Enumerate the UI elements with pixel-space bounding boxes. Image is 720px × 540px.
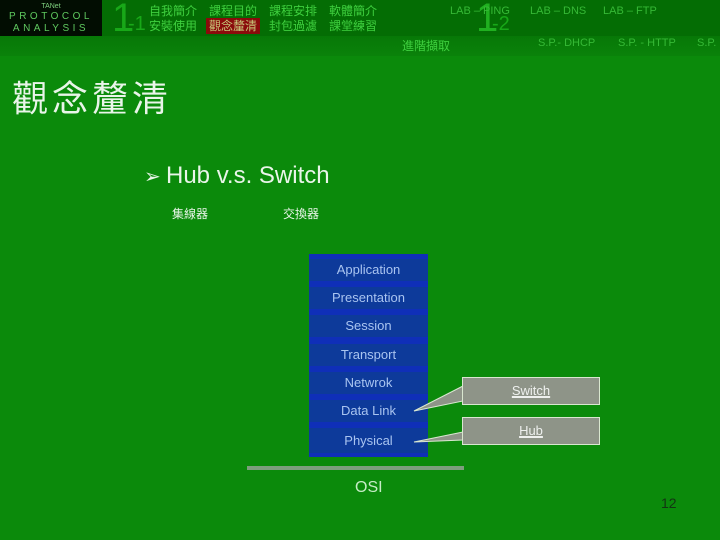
nav-install[interactable]: 安裝使用 <box>149 19 197 33</box>
nav-software-intro[interactable]: 軟體簡介 <box>329 4 377 18</box>
nav-self-intro[interactable]: 自我簡介 <box>149 4 197 18</box>
section-2-sub: -2 <box>492 13 510 35</box>
nav-lab-ftp[interactable]: LAB – FTP <box>603 5 657 17</box>
section-1-sub: -1 <box>128 13 146 35</box>
nav-lab-ping[interactable]: LAB – PING <box>450 5 510 17</box>
nav-sp-dhcp[interactable]: S.P.- DHCP <box>538 37 595 49</box>
bullet-hub-vs-switch: ➢ Hub v.s. Switch <box>144 162 330 190</box>
nav-concepts-active[interactable]: 觀念釐清 <box>206 18 261 34</box>
nav-sp-http[interactable]: S.P. - HTTP <box>618 37 676 49</box>
switch-callout-label: Switch <box>511 383 551 398</box>
osi-stack: Application Presentation Session Transpo… <box>309 254 428 457</box>
logo-protocol: PROTOCOL <box>9 11 93 22</box>
hub-chinese-label: 集線器 <box>172 207 209 221</box>
nav-lab-dns[interactable]: LAB – DNS <box>530 5 586 17</box>
switch-chinese-label: 交換器 <box>283 207 320 221</box>
nav-sp-more[interactable]: S.P. <box>697 37 716 49</box>
osi-label: OSI <box>355 479 383 496</box>
arrow-bullet-icon: ➢ <box>144 166 161 188</box>
osi-layer-session[interactable]: Session <box>309 315 428 337</box>
logo-analysis: ANALYSIS <box>12 23 90 34</box>
hub-callout[interactable]: Hub <box>462 417 600 445</box>
osi-layer-physical[interactable]: Physical <box>309 428 428 453</box>
slide: TANet PROTOCOL ANALYSIS 1 -1 自我簡介 課程目的 課… <box>0 0 720 540</box>
nav-practice[interactable]: 課堂練習 <box>329 19 377 33</box>
osi-baseline <box>247 466 464 470</box>
header-subband <box>0 36 720 56</box>
bullet-text: Hub v.s. Switch <box>166 162 330 189</box>
nav-course-goal[interactable]: 課程目的 <box>209 4 257 18</box>
osi-layer-application[interactable]: Application <box>309 259 428 281</box>
osi-layer-network[interactable]: Netwrok <box>309 372 428 394</box>
osi-layer-data-link[interactable]: Data Link <box>309 400 428 422</box>
page-title: 觀念釐清 <box>12 79 173 120</box>
osi-layer-presentation[interactable]: Presentation <box>309 287 428 309</box>
page-number: 12 <box>661 495 677 511</box>
logo-tanet: TANet <box>41 3 61 10</box>
nav-advanced-capture[interactable]: 進階擷取 <box>402 37 450 54</box>
osi-layer-transport[interactable]: Transport <box>309 344 428 366</box>
switch-callout[interactable]: Switch <box>462 377 600 405</box>
nav-packet-filter[interactable]: 封包過濾 <box>269 19 317 33</box>
hub-callout-label: Hub <box>519 423 543 438</box>
nav-course-schedule[interactable]: 課程安排 <box>269 4 317 18</box>
logo: TANet PROTOCOL ANALYSIS <box>0 0 102 36</box>
